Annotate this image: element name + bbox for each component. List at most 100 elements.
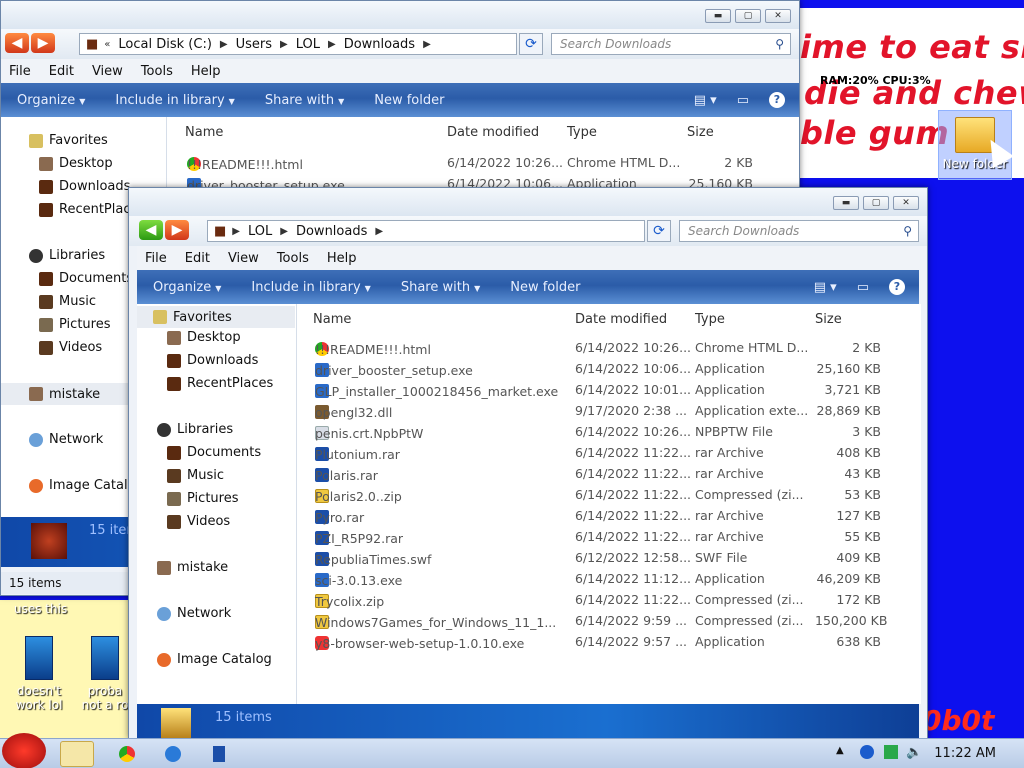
breadcrumb[interactable]: Downloads [296,224,367,239]
column-date[interactable]: Date modified [447,125,539,140]
share-with-button[interactable]: Share with ▼ [265,93,344,108]
table-row[interactable]: Plutonium.rar 6/14/2022 11:22... rar Archi… [297,443,921,464]
nav-downloads[interactable]: Downloads [167,353,258,368]
nav-pictures[interactable]: Pictures [39,317,110,332]
new-folder-button[interactable]: New folder [374,93,444,108]
table-row[interactable]: sci-3.0.13.exe 6/14/2022 11:12... Applicat… [297,569,921,590]
preview-pane-icon[interactable]: ▭ [857,280,869,295]
column-size[interactable]: Size [815,312,842,327]
table-row[interactable]: driver_booster_setup.exe 6/14/2022 10:06.… [297,359,921,380]
menu-help[interactable]: Help [327,251,357,266]
volume-icon[interactable]: 🔈 [906,745,922,760]
menu-help[interactable]: Help [191,64,221,79]
menu-edit[interactable]: Edit [185,251,210,266]
forward-button[interactable]: ▶ [165,220,189,240]
nav-libraries[interactable]: Libraries [157,422,233,437]
nav-downloads[interactable]: Downloads [39,179,130,194]
table-row[interactable]: RepubliaTimes.swf 6/12/2022 12:58... SWF F… [297,548,921,569]
nav-image-catalog[interactable]: Image Catalog [29,478,144,493]
minimize-button[interactable]: ▬ [833,196,859,210]
column-type[interactable]: Type [695,312,725,327]
taskbar-clock[interactable]: 11:22 AM [934,746,996,761]
taskbar-ie-button[interactable] [156,741,190,767]
help-icon[interactable]: ? [769,92,785,108]
search-input[interactable]: Search Downloads ⚲ [551,33,791,55]
breadcrumb[interactable]: LOL [248,224,272,239]
address-bar[interactable]: ■ ▶ LOL ▶ Downloads ▶ [207,220,645,242]
table-row[interactable]: !!!README!!!.html 6/14/2022 10:26... Chr… [167,153,799,174]
column-size[interactable]: Size [687,125,714,140]
close-button[interactable]: ✕ [765,9,791,23]
nav-videos[interactable]: Videos [167,514,230,529]
table-row[interactable]: y8-browser-web-setup-1.0.10.exe 6/14/2022… [297,632,921,653]
table-row[interactable]: opengl32.dll 9/17/2020 2:38 ... Applicatio… [297,401,921,422]
table-row[interactable]: Polaris2.0..zip 6/14/2022 11:22... Compres… [297,485,921,506]
table-row[interactable]: penis.crt.NpbPtW 6/14/2022 10:26... NPBPTW… [297,422,921,443]
breadcrumb[interactable]: Downloads [344,37,415,52]
nav-videos[interactable]: Videos [39,340,102,355]
view-options-icon[interactable]: ▤ ▾ [814,280,837,295]
desktop-icon[interactable]: doesn't work lol [4,636,74,712]
back-button[interactable]: ◀ [5,33,29,53]
menu-tools[interactable]: Tools [277,251,309,266]
nav-recentplaces[interactable]: RecentPlaces [167,376,273,391]
table-row[interactable]: Windows7Games_for_Windows_11_1... 6/14/20… [297,611,921,632]
nav-music[interactable]: Music [39,294,96,309]
organize-button[interactable]: Organize ▼ [153,280,221,295]
menu-view[interactable]: View [228,251,259,266]
refresh-button[interactable]: ⟳ [519,33,543,55]
menu-file[interactable]: File [145,251,167,266]
nav-desktop[interactable]: Desktop [39,156,113,171]
table-row[interactable]: Polaris.rar 6/14/2022 11:22... rar Archive… [297,464,921,485]
menu-tools[interactable]: Tools [141,64,173,79]
table-row[interactable]: !!!README!!!.html 6/14/2022 10:26... Chrom… [297,338,921,359]
taskbar-app-button[interactable] [202,741,236,767]
minimize-button[interactable]: ▬ [705,9,731,23]
nav-documents[interactable]: Documents [167,445,261,460]
tray-expand-icon[interactable]: ▲ [836,745,844,756]
taskbar-explorer-button[interactable] [60,741,94,767]
menu-file[interactable]: File [9,64,31,79]
maximize-button[interactable]: ▢ [863,196,889,210]
column-type[interactable]: Type [567,125,597,140]
view-options-icon[interactable]: ▤ ▾ [694,93,717,108]
column-name[interactable]: Name [185,125,223,140]
title-bar[interactable] [1,1,799,29]
nav-documents[interactable]: Documents [39,271,133,286]
menu-view[interactable]: View [92,64,123,79]
forward-button[interactable]: ▶ [31,33,55,53]
include-in-library-button[interactable]: Include in library ▼ [251,280,370,295]
tray-app-icon[interactable] [860,745,874,759]
title-bar[interactable] [129,188,927,216]
explorer-window-front[interactable]: ▬ ▢ ✕ ◀ ▶ ■ ▶ LOL ▶ Downloads ▶ ⟳ Search… [128,187,928,740]
desktop-icon[interactable]: proba not a ro [80,636,130,712]
nav-mistake[interactable]: mistake [157,560,228,575]
nav-image-catalog[interactable]: Image Catalog [157,652,272,667]
include-in-library-button[interactable]: Include in library ▼ [115,93,234,108]
nav-mistake[interactable]: mistake [1,383,129,405]
breadcrumb-root[interactable]: Local Disk (C:) [118,37,211,52]
table-row[interactable]: Pyro.rar 6/14/2022 11:22... rar Archive 127… [297,506,921,527]
network-status-icon[interactable] [884,745,898,759]
organize-button[interactable]: Organize ▼ [17,93,85,108]
preview-pane-icon[interactable]: ▭ [737,93,749,108]
search-input[interactable]: Search Downloads ⚲ [679,220,919,242]
table-row[interactable]: PZI_R5P92.rar 6/14/2022 11:22... rar Archi… [297,527,921,548]
column-name[interactable]: Name [313,312,351,327]
menu-edit[interactable]: Edit [49,64,74,79]
new-folder-button[interactable]: New folder [510,280,580,295]
breadcrumb[interactable]: Users [236,37,272,52]
nav-network[interactable]: Network [157,606,231,621]
start-button[interactable] [2,733,46,768]
nav-favorites[interactable]: Favorites [29,133,108,148]
table-row[interactable]: Trycolix.zip 6/14/2022 11:22... Compressed… [297,590,921,611]
close-button[interactable]: ✕ [893,196,919,210]
nav-favorites[interactable]: Favorites [137,306,295,328]
nav-desktop[interactable]: Desktop [167,330,241,345]
table-row[interactable]: GLP_installer_1000218456_market.exe 6/14/… [297,380,921,401]
maximize-button[interactable]: ▢ [735,9,761,23]
address-bar[interactable]: ■ « Local Disk (C:) ▶ Users ▶ LOL ▶ Down… [79,33,517,55]
share-with-button[interactable]: Share with ▼ [401,280,480,295]
nav-libraries[interactable]: Libraries [29,248,105,263]
back-button[interactable]: ◀ [139,220,163,240]
